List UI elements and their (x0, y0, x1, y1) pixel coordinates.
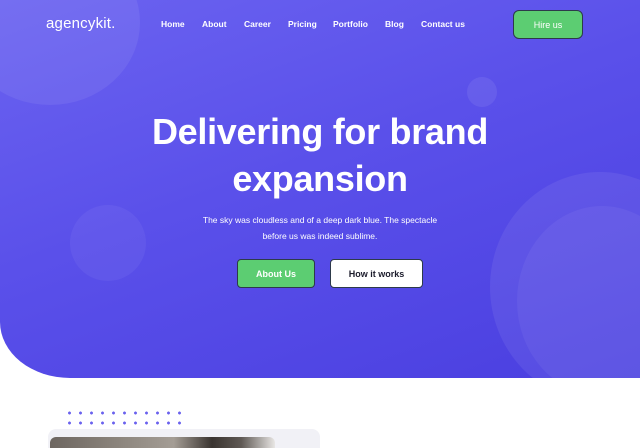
decorative-circle (70, 205, 146, 281)
hero-section: agencykit. Home About Career Pricing Por… (0, 0, 640, 378)
nav-item-career[interactable]: Career (244, 19, 271, 29)
hero-subtitle: The sky was cloudless and of a deep dark… (202, 215, 438, 241)
featured-image-card (48, 429, 320, 448)
decorative-circle (467, 77, 497, 107)
nav-item-about[interactable]: About (202, 19, 227, 29)
featured-photo (50, 437, 275, 448)
nav-item-home[interactable]: Home (161, 19, 185, 29)
nav-item-contact-us[interactable]: Contact us (421, 19, 465, 29)
hire-us-button[interactable]: Hire us (513, 10, 583, 39)
nav-item-blog[interactable]: Blog (385, 19, 404, 29)
about-us-button[interactable]: About Us (237, 259, 315, 288)
nav-item-pricing[interactable]: Pricing (288, 19, 317, 29)
nav-item-portfolio[interactable]: Portfolio (333, 19, 368, 29)
hero-title: Delivering for brand expansion (151, 111, 489, 199)
how-it-works-button[interactable]: How it works (330, 259, 423, 288)
